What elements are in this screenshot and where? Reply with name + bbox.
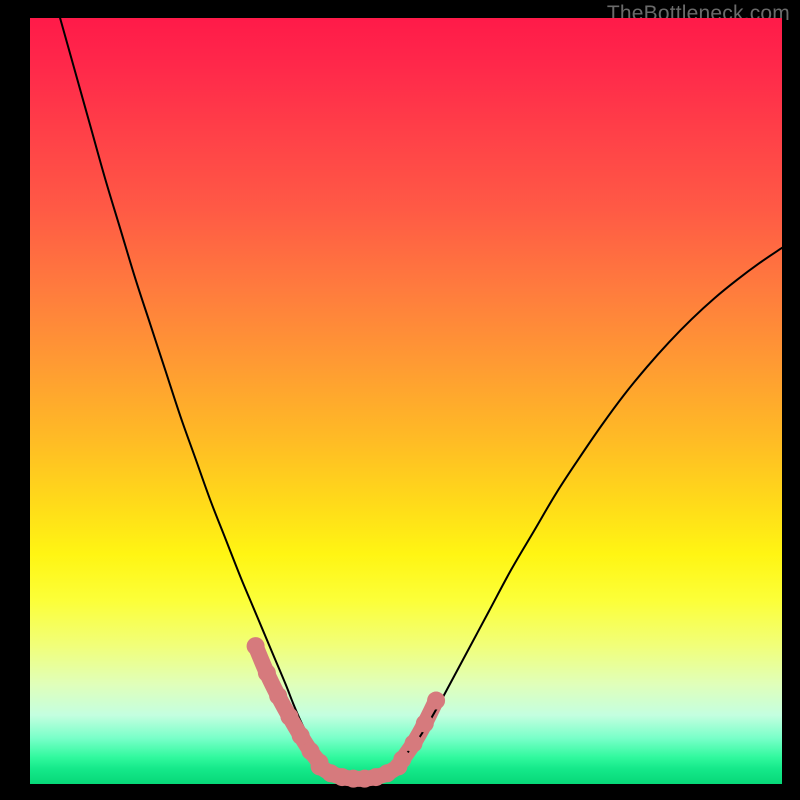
chart-svg xyxy=(30,18,782,784)
series-thick-point xyxy=(258,664,276,682)
chart-stage: TheBottleneck.com xyxy=(0,0,800,800)
series-thick-point xyxy=(280,708,298,726)
series-thin xyxy=(383,248,782,773)
series-thick-point xyxy=(405,734,423,752)
series-thick-point xyxy=(292,727,310,745)
series-thick-point xyxy=(427,692,445,710)
series-thick-point xyxy=(416,714,434,732)
series-thick-point xyxy=(269,687,287,705)
plot-area xyxy=(30,18,782,784)
series-thick-point xyxy=(247,637,265,655)
series-thin xyxy=(60,18,331,768)
series-thick-point xyxy=(393,750,411,768)
